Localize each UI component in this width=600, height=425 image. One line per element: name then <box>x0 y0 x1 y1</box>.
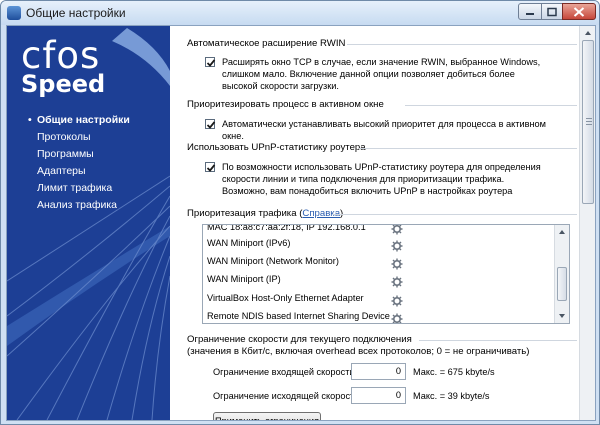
list-item[interactable]: WAN Miniport (IP) <box>207 274 281 284</box>
apply-limits-button[interactable]: Применить ограничения <box>213 412 321 420</box>
sidebar-item-protocols[interactable]: Протоколы <box>28 129 130 146</box>
incoming-max-text: Макс. = 675 kbyte/s <box>413 367 495 377</box>
window-title: Общие настройки <box>26 6 126 20</box>
scroll-up-icon[interactable] <box>558 228 566 236</box>
sidebar-item-general[interactable]: • Общие настройки <box>28 112 130 129</box>
priority-checkbox[interactable] <box>205 119 216 129</box>
main-scrollbar[interactable] <box>579 26 595 420</box>
sidebar: cfos Speed • Общие настройки Протоколы Пр… <box>7 26 170 420</box>
checkmark-icon <box>206 59 216 67</box>
sidebar-item-programs[interactable]: Программы <box>28 146 130 163</box>
list-item[interactable]: WAN Miniport (IPv6) <box>207 238 290 248</box>
checkmark-icon <box>206 121 216 129</box>
sidebar-item-traffic-limit[interactable]: Лимит трафика <box>28 180 130 197</box>
priority-option-text: Автоматически устанавливать высокий прио… <box>222 119 546 141</box>
close-icon <box>573 6 585 17</box>
close-button[interactable] <box>562 3 596 20</box>
gear-icon[interactable] <box>391 276 403 288</box>
list-item[interactable]: WAN Miniport (Network Monitor) <box>207 256 339 266</box>
upnp-option-text: По возможности использовать UPnP-статист… <box>222 162 541 196</box>
gear-icon[interactable] <box>391 295 403 307</box>
gear-icon[interactable] <box>391 313 403 324</box>
maximize-icon <box>547 7 557 16</box>
gear-icon[interactable] <box>391 240 403 252</box>
incoming-limit-input[interactable]: 0 <box>351 363 406 380</box>
list-scroll-thumb[interactable] <box>557 267 567 301</box>
outgoing-limit-label: Ограничение исходящей скорости <box>213 391 360 401</box>
list-item[interactable]: VirtualBox Host-Only Ethernet Adapter <box>207 293 364 303</box>
checkmark-icon <box>206 164 216 172</box>
gear-icon[interactable] <box>391 258 403 270</box>
priority-section-heading: Приоритезировать процесс в активном окне <box>187 99 577 110</box>
rwin-section-heading: Автоматическое расширение RWIN <box>187 38 577 49</box>
limit-section-heading: Ограничение скорости для текущего подклю… <box>187 334 577 345</box>
upnp-section-heading: Использовать UPnP-статистику роутера <box>187 142 577 153</box>
scroll-down-icon[interactable] <box>558 312 566 320</box>
list-item[interactable]: MAC 18:a8:c7:aa:2f:18, IP 192.168.0.1 <box>207 225 366 232</box>
sidebar-nav: • Общие настройки Протоколы Программы Ада… <box>28 112 130 214</box>
rwin-checkbox[interactable] <box>205 57 216 67</box>
limit-section-subheading: (значения в Кбит/с, включая overhead все… <box>187 346 530 357</box>
upnp-checkbox[interactable] <box>205 162 216 172</box>
list-scrollbar[interactable] <box>554 225 569 323</box>
incoming-limit-label: Ограничение входящей скорости <box>213 367 355 377</box>
outgoing-max-text: Макс. = 39 kbyte/s <box>413 391 490 401</box>
app-icon <box>7 6 21 20</box>
settings-window: Общие настройки cfos Speed • Общие настр… <box>0 0 600 425</box>
adapter-list[interactable]: MAC 18:a8:c7:aa:2f:18, IP 192.168.0.1 WA… <box>202 224 570 324</box>
sidebar-item-traffic-analysis[interactable]: Анализ трафика <box>28 197 130 214</box>
title-bar[interactable]: Общие настройки <box>1 1 599 25</box>
minimize-button[interactable] <box>518 3 542 20</box>
rwin-option-text: Расширять окно TCP в случае, если значен… <box>222 57 541 91</box>
client-area: cfos Speed • Общие настройки Протоколы Пр… <box>6 25 596 421</box>
sidebar-item-adapters[interactable]: Адаптеры <box>28 163 130 180</box>
minimize-icon <box>526 12 534 15</box>
traffic-section-heading: Приоритезация трафика (Справка) <box>187 208 577 219</box>
logo-speed: Speed <box>21 70 106 98</box>
maximize-button[interactable] <box>541 3 563 20</box>
list-item[interactable]: Remote NDIS based Internet Sharing Devic… <box>207 311 390 321</box>
scroll-up-icon[interactable] <box>584 29 592 37</box>
main-scroll-thumb[interactable] <box>582 40 594 204</box>
outgoing-limit-input[interactable]: 0 <box>351 387 406 404</box>
gear-icon[interactable] <box>391 224 403 235</box>
settings-content: Автоматическое расширение RWIN Расширять… <box>171 26 579 420</box>
